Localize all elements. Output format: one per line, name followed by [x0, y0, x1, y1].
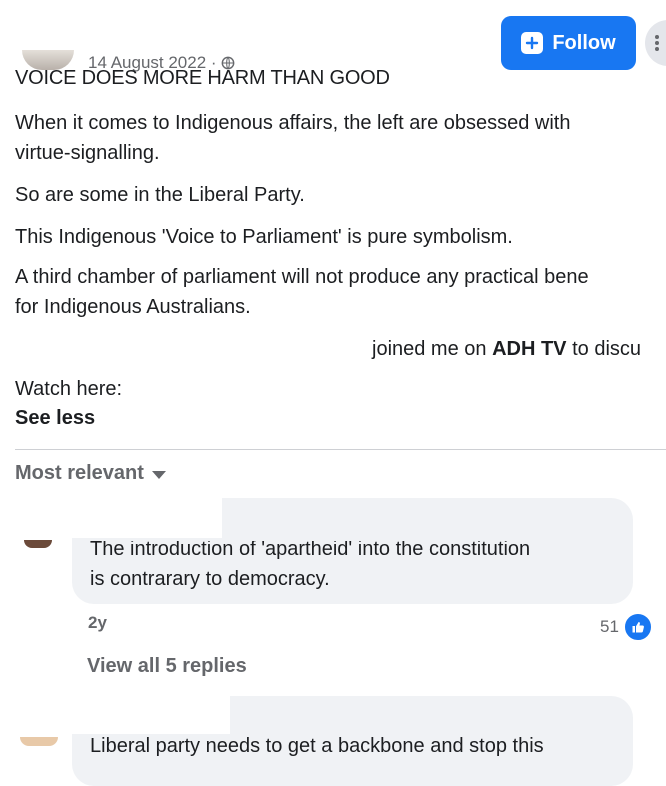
see-less-link[interactable]: See less — [15, 403, 95, 433]
watch-label: Watch here: — [15, 378, 123, 400]
post-paragraph: So are some in the Liberal Party. — [15, 184, 305, 206]
divider — [15, 449, 666, 450]
comment-text: Liberal party needs to get a backbone an… — [90, 735, 544, 757]
comment-author-mask — [72, 696, 230, 734]
post-paragraph: When it comes to Indigenous affairs, the… — [15, 112, 571, 134]
avatar[interactable] — [24, 540, 52, 548]
post-heading: VOICE DOES MORE HARM THAN GOOD — [15, 67, 390, 89]
view-replies-link[interactable]: View all 5 replies — [87, 651, 247, 681]
comment-timestamp[interactable]: 2y — [88, 613, 107, 633]
avatar[interactable] — [20, 737, 58, 746]
post-paragraph: virtue-signalling. — [15, 142, 160, 164]
like-icon — [622, 612, 653, 642]
post-paragraph: A third chamber of parliament will not p… — [15, 266, 589, 288]
comment-author-mask — [72, 498, 222, 538]
mention-line: joined me on ADH TV to discu — [372, 338, 642, 360]
more-options-button[interactable] — [645, 20, 666, 66]
follow-button[interactable]: Follow — [501, 16, 636, 70]
post-paragraph: This Indigenous 'Voice to Parliament' is… — [15, 226, 513, 248]
reaction-summary[interactable]: 51 — [600, 612, 653, 642]
comment-sort-dropdown[interactable]: Most relevant — [15, 458, 166, 488]
channel-link[interactable]: ADH TV — [492, 338, 566, 360]
post-paragraph: for Indigenous Australians. — [15, 296, 251, 318]
caret-down-icon — [151, 470, 166, 479]
more-icon — [655, 35, 659, 51]
comment-text: The introduction of 'apartheid' into the… — [90, 538, 531, 590]
follow-icon — [521, 32, 544, 54]
